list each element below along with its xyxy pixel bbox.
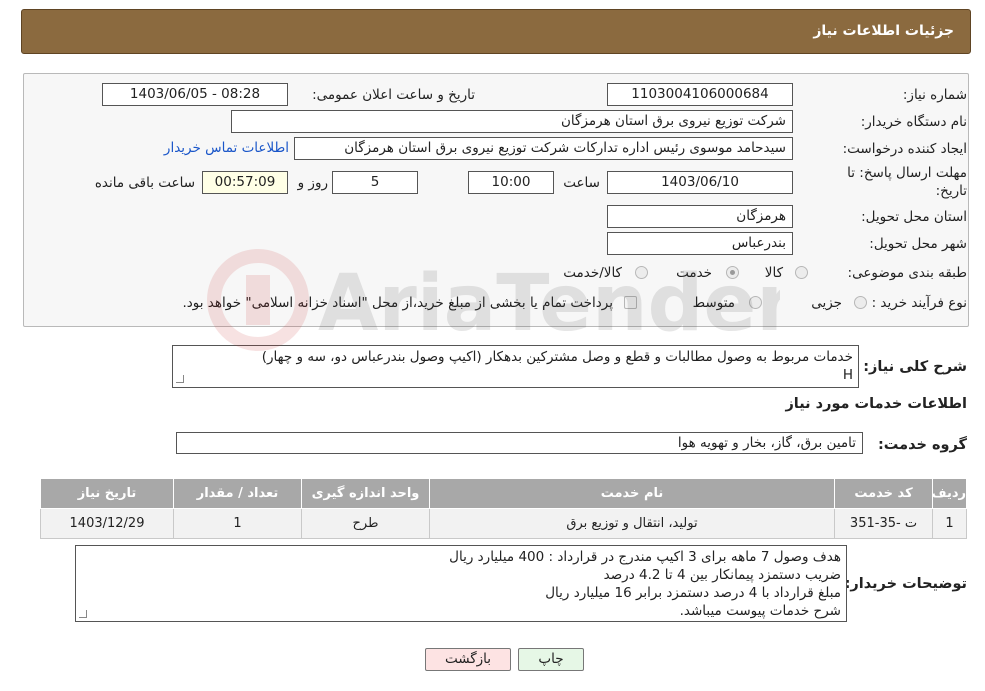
services-table: ردیف کد خدمت نام خدمت واحد اندازه گیری ت… (40, 478, 967, 539)
category-radio-goods-service[interactable] (635, 266, 648, 279)
col-need-date: تاریخ نیاز (40, 478, 174, 509)
page-title: جزئیات اطلاعات نیاز (813, 23, 954, 39)
cell-row-number: 1 (932, 508, 967, 539)
province-field: هرمزگان (607, 205, 793, 228)
treasury-checkbox[interactable] (624, 296, 637, 309)
need-number-label: شماره نیاز: (902, 87, 967, 103)
category-radio-service[interactable] (726, 266, 739, 279)
requester-field: سیدحامد موسوی رئیس اداره تدارکات شرکت تو… (294, 137, 793, 160)
city-field: بندرعباس (607, 232, 793, 255)
print-button[interactable]: چاپ (518, 648, 584, 671)
cell-service-code: ت -35-351 (834, 508, 933, 539)
deadline-time-field: 10:00 (468, 171, 554, 194)
process-radio-medium[interactable] (749, 296, 762, 309)
summary-label: شرح کلی نیاز: (863, 359, 967, 375)
page-header: جزئیات اطلاعات نیاز (21, 9, 971, 54)
requester-label: ایجاد کننده درخواست: (842, 141, 967, 157)
cell-quantity: 1 (173, 508, 302, 539)
table-row: 1 ت -35-351 تولید، انتقال و توزیع برق طر… (40, 508, 967, 539)
cell-unit: طرح (301, 508, 430, 539)
buyer-notes-line-4: شرح خدمات پیوست میباشد. (679, 603, 841, 619)
cell-service-name: تولید، انتقال و توزیع برق (429, 508, 835, 539)
category-label: طبقه بندی موضوعی: (847, 265, 967, 281)
city-label: شهر محل تحویل: (869, 236, 967, 252)
buyer-contact-link[interactable]: اطلاعات تماس خریدار (164, 140, 289, 156)
service-group-field: تامین برق، گاز، بخار و تهویه هوا (176, 432, 863, 454)
remaining-time-label: ساعت باقی مانده (94, 175, 195, 191)
category-option-service: خدمت (676, 265, 712, 281)
buyer-notes-line-3: مبلغ قرارداد با 4 درصد دستمزد برابر 16 م… (545, 585, 841, 601)
resize-grip-icon[interactable] (176, 375, 184, 383)
payment-note: پرداخت تمام یا بخشی از مبلغ خرید،از محل … (182, 295, 613, 311)
col-row-number: ردیف (931, 478, 967, 509)
process-radio-minor[interactable] (854, 296, 867, 309)
buyer-org-label: نام دستگاه خریدار: (860, 114, 967, 130)
deadline-date-field: 1403/06/10 (607, 171, 793, 194)
buyer-notes-line-2: ضریب دستمزد پیمانکار بین 4 تا 4.2 درصد (603, 567, 841, 583)
summary-line-2: H (842, 367, 853, 383)
col-quantity: تعداد / مقدار (173, 478, 302, 509)
buyer-notes-line-1: هدف وصول 7 ماهه برای 3 اکیپ مندرج در قرا… (449, 549, 841, 565)
services-section-title: اطلاعات خدمات مورد نیاز (785, 396, 967, 412)
summary-textarea[interactable]: خدمات مربوط به وصول مطالبات و قطع و وصل … (172, 345, 859, 388)
category-radio-goods[interactable] (795, 266, 808, 279)
buyer-org-field: شرکت توزیع نیروی برق استان هرمزگان (231, 110, 793, 133)
col-service-code: کد خدمت (834, 478, 933, 509)
cell-need-date: 1403/12/29 (40, 508, 174, 539)
buyer-notes-label: توضیحات خریدار: (844, 576, 967, 592)
days-field: 5 (332, 171, 418, 194)
deadline-time-label: ساعت (563, 175, 600, 191)
deadline-label-date: تاریخ: (935, 183, 967, 199)
notes-resize-grip-icon[interactable] (79, 610, 87, 618)
category-option-goods-service: کالا/خدمت (563, 265, 622, 281)
remaining-time-field: 00:57:09 (202, 171, 288, 194)
table-header-row: ردیف کد خدمت نام خدمت واحد اندازه گیری ت… (40, 478, 967, 509)
buyer-notes-textarea[interactable]: هدف وصول 7 ماهه برای 3 اکیپ مندرج در قرا… (75, 545, 847, 622)
service-group-label: گروه خدمت: (877, 437, 967, 453)
summary-line-1: خدمات مربوط به وصول مطالبات و قطع و وصل … (261, 349, 853, 365)
announce-field: 1403/06/05 - 08:28 (102, 83, 288, 106)
process-label: نوع فرآیند خرید : (871, 295, 967, 311)
category-option-goods: کالا (764, 265, 783, 281)
process-option-medium: متوسط (692, 295, 735, 311)
back-button[interactable]: بازگشت (425, 648, 511, 671)
process-option-minor: جزیی (811, 295, 842, 311)
need-number-field: 1103004106000684 (607, 83, 793, 106)
col-service-name: نام خدمت (429, 478, 835, 509)
days-label: روز و (297, 175, 328, 191)
announce-label: تاریخ و ساعت اعلان عمومی: (312, 87, 475, 103)
province-label: استان محل تحویل: (861, 209, 967, 225)
deadline-label: مهلت ارسال پاسخ: تا (847, 165, 967, 181)
col-unit: واحد اندازه گیری (301, 478, 430, 509)
